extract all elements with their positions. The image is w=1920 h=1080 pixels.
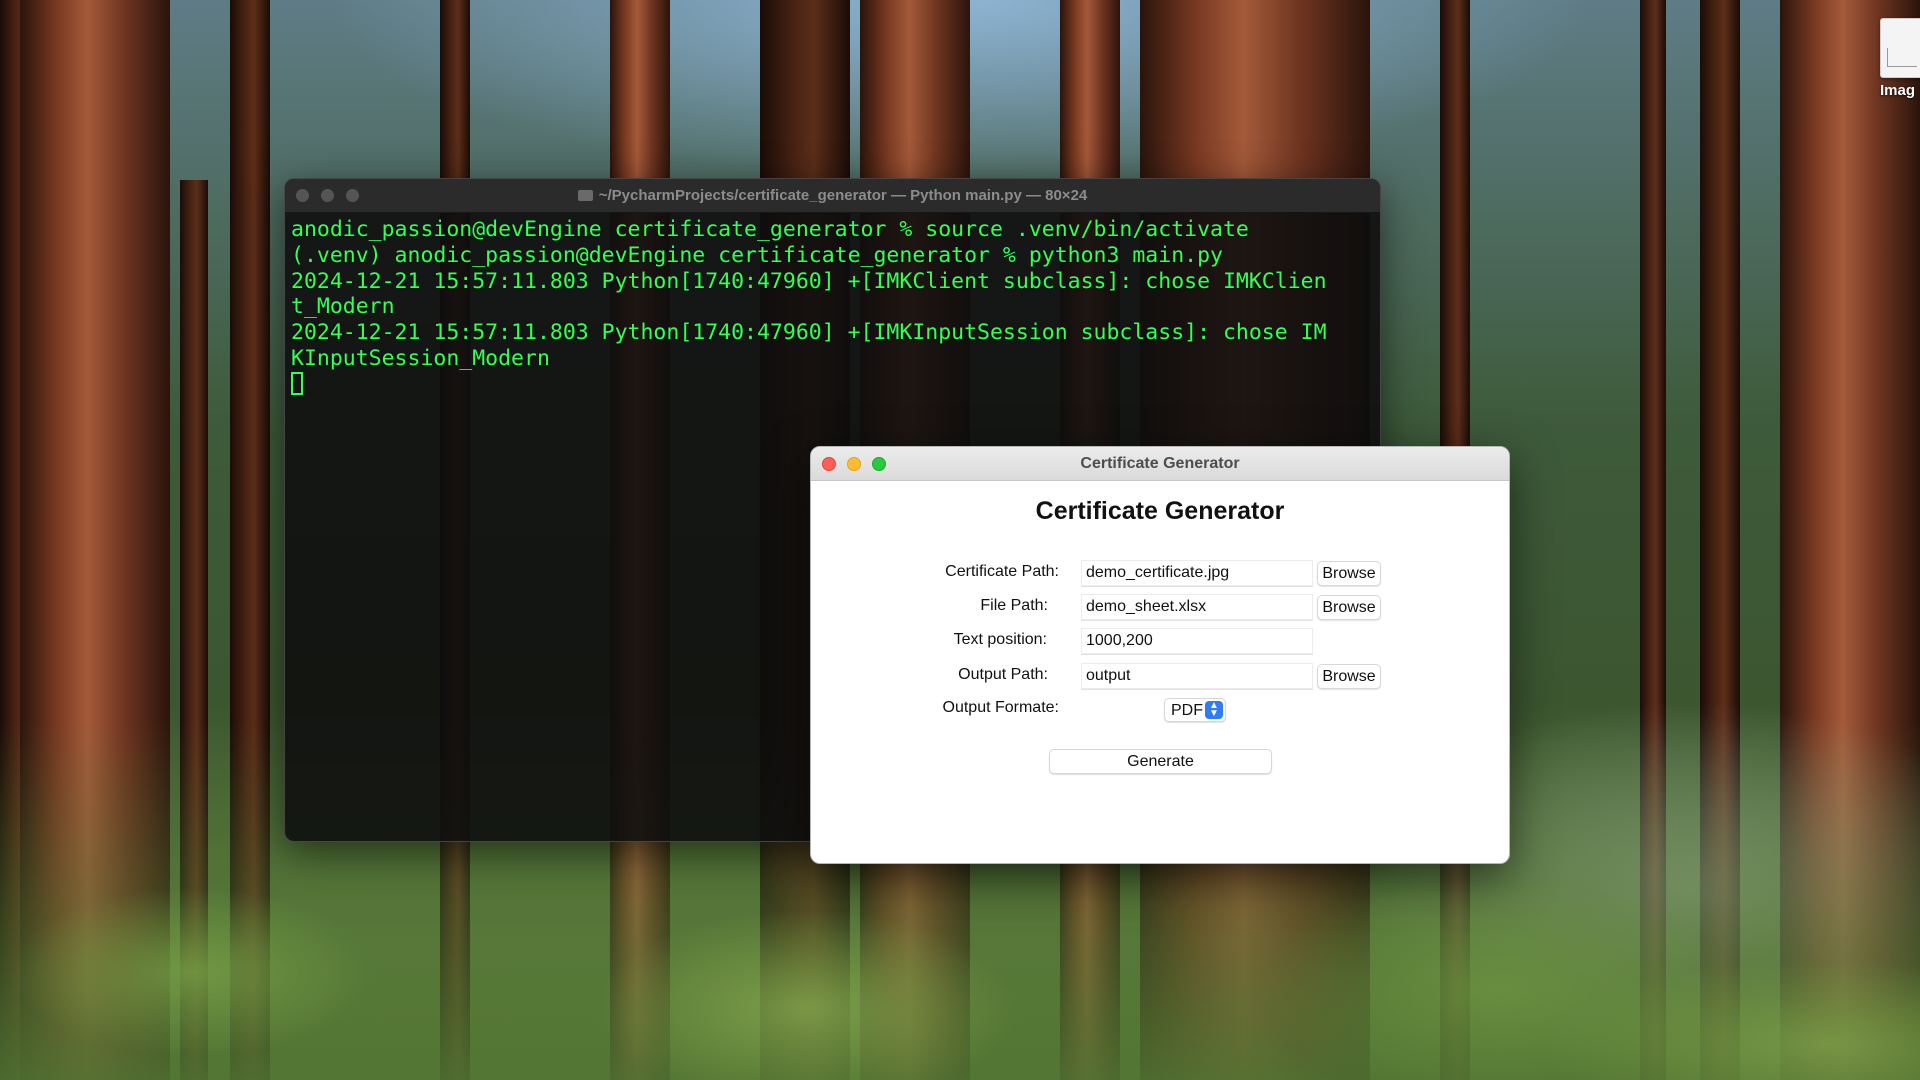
terminal-output[interactable]: anodic_passion@devEngine certificate_gen… [285,213,1380,398]
file-browse-button[interactable]: Browse [1317,595,1381,620]
text-position-label: Text position: [953,631,1047,648]
terminal-line: t_Modern [291,294,395,320]
terminal-title: ~/PycharmProjects/certificate_generator … [598,187,1088,204]
desktop-file-label: Imag [1880,82,1916,99]
window-title: Certificate Generator [1080,455,1240,472]
output-browse-button[interactable]: Browse [1317,664,1381,689]
terminal-line: 2024-12-21 15:57:11.803 Python[1740:4796… [291,268,1327,294]
certificate-path-input[interactable] [1081,560,1313,587]
certificate-generator-window[interactable]: Certificate Generator Certificate Genera… [810,446,1510,864]
app-titlebar[interactable]: Certificate Generator [811,447,1509,481]
app-heading: Certificate Generator [1035,497,1285,525]
terminal-line: anodic_passion@devEngine certificate_gen… [291,217,1249,242]
text-position-input[interactable] [1081,628,1313,655]
folder-icon [577,190,593,201]
file-path-label: File Path: [980,597,1048,614]
generate-button[interactable]: Generate [1049,749,1272,774]
certificate-browse-button[interactable]: Browse [1317,561,1381,586]
terminal-line: KInputSession_Modern [291,345,550,371]
image-file-icon [1880,18,1920,78]
output-format-value: PDF [1171,702,1203,719]
output-path-label: Output Path: [958,666,1048,683]
certificate-path-label: Certificate Path: [945,563,1059,580]
output-path-input[interactable] [1081,663,1313,690]
terminal-line: (.venv) anodic_passion@devEngine certifi… [291,242,1223,268]
terminal-cursor [291,371,303,395]
output-format-select[interactable]: PDF ▲ ▼ [1164,698,1226,722]
chevron-up-down-icon: ▲ ▼ [1205,701,1223,719]
desktop-file-icon[interactable]: Imag [1880,18,1920,99]
output-format-label: Output Formate: [942,699,1060,716]
terminal-line: 2024-12-21 15:57:11.803 Python[1740:4796… [291,320,1327,346]
terminal-titlebar[interactable]: ~/PycharmProjects/certificate_generator … [285,179,1380,213]
file-path-input[interactable] [1081,594,1313,621]
